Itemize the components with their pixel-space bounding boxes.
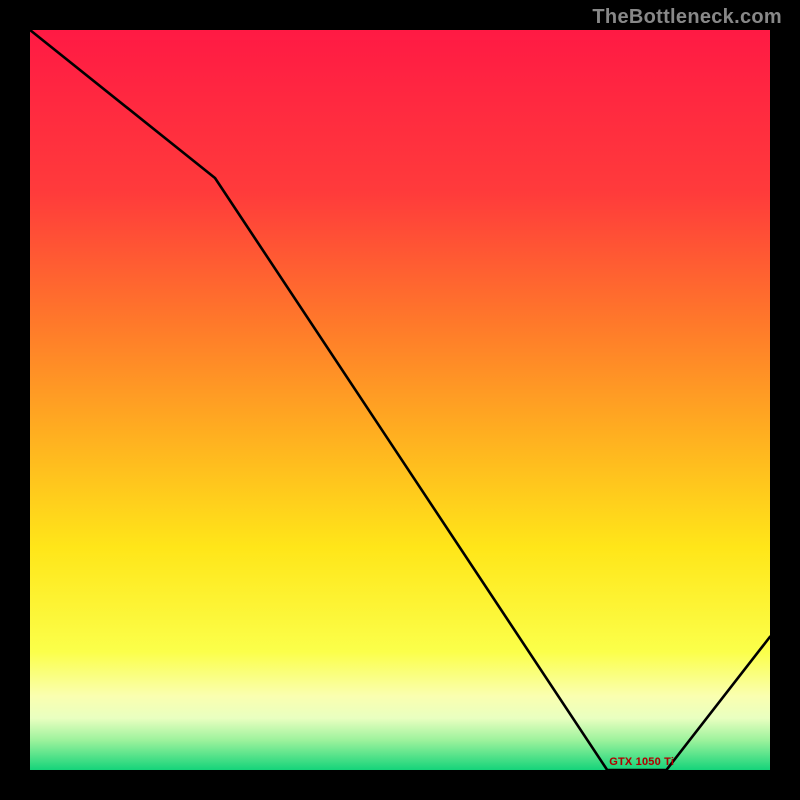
watermark-text: TheBottleneck.com bbox=[592, 6, 782, 29]
marker-label: GTX 1050 Ti bbox=[609, 756, 674, 768]
bottleneck-line bbox=[30, 30, 770, 770]
plot-area: GTX 1050 Ti bbox=[30, 30, 770, 770]
